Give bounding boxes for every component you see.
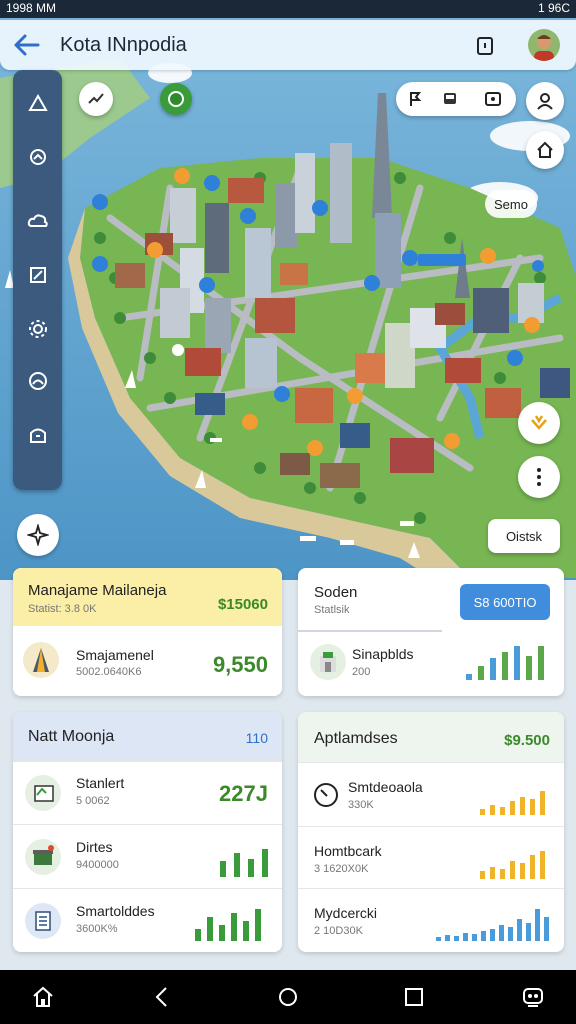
page-title: Kota INnpodia xyxy=(60,34,187,56)
status-time: 1998 MM xyxy=(6,1,57,15)
bus-icon[interactable] xyxy=(441,90,459,113)
bar-sparkline xyxy=(195,909,261,941)
row-label: Dirtes xyxy=(76,839,113,855)
home-map-icon[interactable] xyxy=(526,131,564,169)
system-nav-bar xyxy=(0,970,576,1024)
home-circle-icon[interactable] xyxy=(263,970,313,1024)
bar-sparkline xyxy=(466,646,544,680)
row-subtitle: 5002.0640K6 xyxy=(76,666,142,678)
card-natt[interactable]: Natt Moonja 110 Stanlert 5 0062 227J Dir… xyxy=(13,712,282,952)
cloud-icon[interactable] xyxy=(13,206,62,236)
row-label: Mydcercki xyxy=(314,905,378,921)
back-icon[interactable] xyxy=(137,970,187,1024)
card-aptlamdses[interactable]: Aptlamdses $9.500 Smtdeoaola 330K Homtbc… xyxy=(298,712,564,952)
row-label: Sinapblds xyxy=(352,646,414,662)
card-title: Aptlamdses xyxy=(314,730,398,747)
card-title: Manajame Mailaneja xyxy=(28,582,167,599)
row-label: Homtbcark xyxy=(314,843,382,859)
profile-icon[interactable] xyxy=(526,82,564,120)
gauge-icon[interactable] xyxy=(13,420,62,450)
app-bar: Kota INnpodia xyxy=(0,20,576,70)
card-management[interactable]: Manajame Mailaneja $15060 Statist: 3.8 0… xyxy=(13,568,282,696)
status-right: 1 96C xyxy=(537,1,570,15)
signal-icon[interactable] xyxy=(13,366,62,396)
chart-circle-icon[interactable] xyxy=(13,142,62,172)
card-subtitle: Statlsik xyxy=(314,604,350,616)
row-subtitle: 2 10D30K xyxy=(314,925,363,937)
card-header: Manajame Mailaneja $15060 Statist: 3.8 0… xyxy=(13,568,282,626)
bar-sparkline xyxy=(480,851,545,879)
card-header: Aptlamdses $9.500 xyxy=(298,712,564,762)
status-bar: 1998 MM 1 96C xyxy=(0,0,576,18)
action-button[interactable]: S8 600TIO xyxy=(460,584,550,620)
avatar[interactable] xyxy=(528,29,560,61)
card-subtitle: Statist: 3.8 0K xyxy=(28,603,97,615)
row-subtitle: 5 0062 xyxy=(76,795,110,807)
row-label: Stanlert xyxy=(76,775,125,791)
map-label-semo[interactable]: Semo xyxy=(485,190,537,218)
map-toolbar xyxy=(396,82,516,116)
card-value: $9.500 xyxy=(504,732,550,749)
back-arrow-icon[interactable] xyxy=(12,32,42,58)
row-label: Smajamenel xyxy=(76,647,154,663)
list-item[interactable]: Homtbcark 3 1620X0K xyxy=(298,826,564,889)
home-icon[interactable] xyxy=(18,970,68,1024)
settings-gear-icon[interactable] xyxy=(13,314,62,344)
side-rail xyxy=(13,70,62,490)
layers-icon[interactable] xyxy=(484,90,502,113)
bar-sparkline xyxy=(480,791,545,815)
map-label-oistsk[interactable]: Oistsk xyxy=(488,519,560,553)
list-item[interactable]: Smartolddes 3600K% xyxy=(13,888,282,952)
row-subtitle: 330K xyxy=(348,799,374,811)
row-subtitle: 3600K% xyxy=(76,923,118,935)
location-icon[interactable] xyxy=(160,83,192,115)
row-subtitle: 200 xyxy=(352,666,371,678)
route-icon[interactable] xyxy=(79,82,113,116)
card-value: $15060 xyxy=(217,596,268,613)
list-item[interactable]: Stanlert 5 0062 227J xyxy=(13,760,282,825)
row-value: 9,550 xyxy=(212,652,268,677)
card-title: Natt Moonja xyxy=(28,728,115,745)
row-label: Smartolddes xyxy=(76,903,155,919)
shop-icon xyxy=(25,839,61,875)
bookmark-icon[interactable] xyxy=(476,36,494,56)
document-icon xyxy=(25,903,61,939)
clock-icon xyxy=(312,781,340,814)
card-soden[interactable]: Soden Statlsik S8 600TIO Sinapblds 200 xyxy=(298,568,564,696)
row-label: Smtdeoaola xyxy=(348,779,423,795)
divider xyxy=(298,630,442,632)
bar-sparkline xyxy=(220,849,268,877)
more-options-icon[interactable] xyxy=(518,456,560,498)
compass-icon[interactable] xyxy=(17,514,59,556)
tower-icon xyxy=(23,642,59,678)
assistant-icon[interactable] xyxy=(508,970,558,1024)
row-value: 227J xyxy=(219,781,268,806)
recents-icon[interactable] xyxy=(389,970,439,1024)
stats-box-icon[interactable] xyxy=(13,260,62,290)
chart-doc-icon xyxy=(25,775,61,811)
list-item[interactable]: Dirtes 9400000 xyxy=(13,824,282,889)
card-header: Natt Moonja 110 xyxy=(13,712,282,762)
pin-icon[interactable] xyxy=(406,90,424,113)
favorite-icon[interactable] xyxy=(518,402,560,444)
card-value: 110 xyxy=(245,730,268,746)
row-subtitle: 9400000 xyxy=(76,859,119,871)
bar-sparkline xyxy=(436,909,549,941)
list-item[interactable]: Mydcercki 2 10D30K xyxy=(298,888,564,952)
triangle-icon[interactable] xyxy=(13,88,62,118)
list-item[interactable]: Smtdeoaola 330K xyxy=(298,762,564,827)
row-subtitle: 3 1620X0K xyxy=(314,863,369,875)
building-icon xyxy=(310,644,346,680)
card-title: Soden xyxy=(314,584,358,601)
